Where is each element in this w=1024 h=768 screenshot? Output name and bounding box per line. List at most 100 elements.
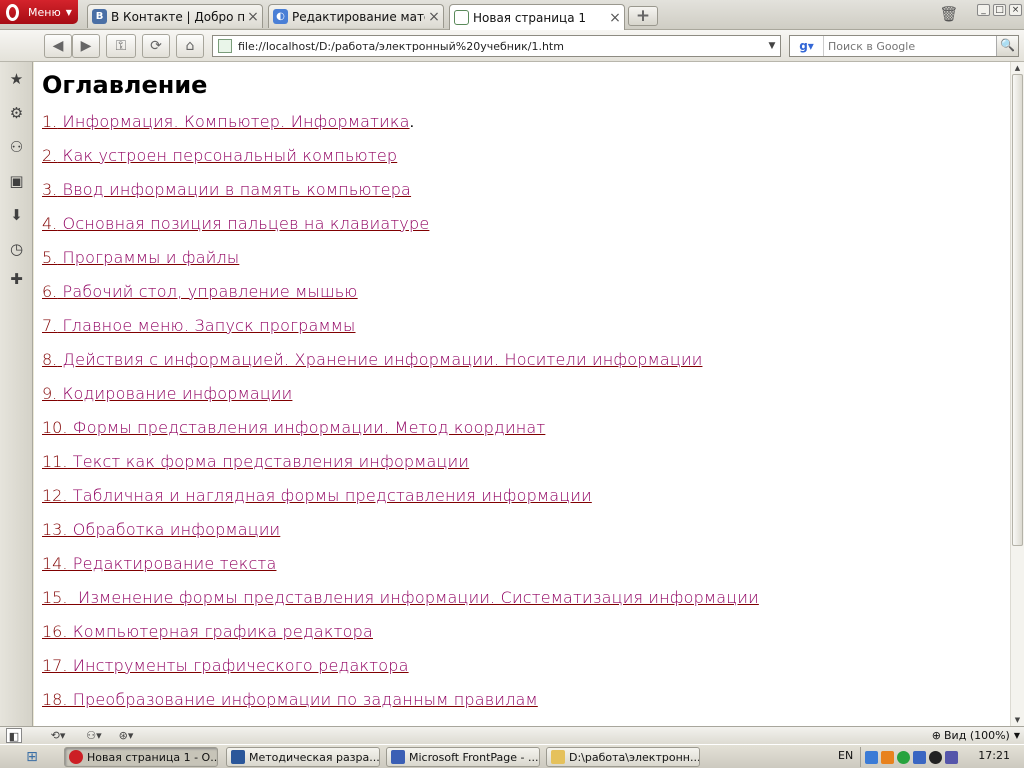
close-tab-icon[interactable]: × [244,9,262,25]
toc-item: 2. Как устроен персональный компьютер [42,143,1010,177]
maximize-button[interactable]: □ [993,4,1006,16]
toc-link[interactable]: 15. Изменение формы представления информ… [42,588,759,607]
zoom-control[interactable]: ⊕ Вид (100%) ▼ [932,728,1020,743]
address-dropdown-icon[interactable]: ▼ [764,41,780,51]
toc-item: 11. Текст как форма представления информ… [42,449,1010,483]
toc-link[interactable]: 9. Кодирование информации [42,384,292,403]
toc-item: 10. Формы представления информации. Мето… [42,415,1010,449]
search-box[interactable]: g▾ 🔍 [789,35,1019,57]
toc-item: 18. Преобразование информации по заданны… [42,687,1010,721]
search-input[interactable] [824,39,996,53]
close-tab-icon[interactable]: × [425,9,443,25]
toc-item-number: 13. [42,520,68,539]
toc-link[interactable]: 2. Как устроен персональный компьютер [42,146,397,165]
toc-item: 4. Основная позиция пальцев на клавиатур… [42,211,1010,245]
toc-link[interactable]: 14. Редактирование текста [42,554,276,573]
toc-link[interactable]: 3. Ввод информации в память компьютера [42,180,411,199]
turbo-icon[interactable]: ⊛▾ [112,728,140,743]
language-indicator[interactable]: EN [838,749,853,762]
key-icon[interactable]: ⚿ [106,34,136,58]
tab-new-page-1[interactable]: Новая страница 1 × [449,4,625,30]
toc-link[interactable]: 16. Компьютерная графика редактора [42,622,373,641]
toc-item-number: 16. [42,622,68,641]
bookmarks-icon[interactable]: ★ [7,70,26,89]
toc-item-number: 5. [42,248,58,267]
scroll-down-icon[interactable]: ▼ [1011,714,1024,726]
address-text[interactable]: file://localhost/D:/работа/электронный%2… [238,40,764,53]
task-opera[interactable]: Новая страница 1 - О... [64,747,218,767]
tray-display-icon[interactable] [913,750,926,764]
toc-item-title: Обработка информации [67,520,281,539]
address-bar[interactable]: file://localhost/D:/работа/электронный%2… [212,35,781,57]
new-tab-button[interactable]: + [628,6,658,26]
toc-item: 12. Табличная и наглядная формы представ… [42,483,1010,517]
close-tab-icon[interactable]: × [606,10,624,26]
table-of-contents: 1. Информация. Компьютер. Информатика. 2.… [42,109,1010,721]
minimize-button[interactable]: _ [977,4,990,16]
toc-link[interactable]: 7. Главное меню. Запуск программы [42,316,356,335]
toc-item-title: Кодирование информации [57,384,293,403]
toc-item-title: Ввод информации в память компьютера [57,180,412,199]
scroll-thumb[interactable] [1012,74,1023,546]
sync-icon[interactable]: ⟲▾ [44,728,72,743]
toc-item: 6. Рабочий стол, управление мышью [42,279,1010,313]
toc-item-number: 8. [42,350,58,369]
tab-editing-material[interactable]: ◐ Редактирование матер... × [268,4,444,28]
back-button[interactable]: ◀ [44,34,72,58]
tab-vkontakte[interactable]: В В Контакте | Добро по... × [87,4,263,28]
reload-button[interactable]: ⟳ [142,34,170,58]
tray-icq-icon[interactable] [897,750,910,764]
opera-menu-button[interactable]: Меню ▼ [0,0,78,24]
toc-item-number: 1. [42,112,58,131]
tray-media-icon[interactable] [929,750,942,764]
toc-link[interactable]: 11. Текст как форма представления информ… [42,452,469,471]
forward-button[interactable]: ▶ [72,34,100,58]
home-button[interactable]: ⌂ [176,34,204,58]
windows-start-icon[interactable]: ⊞ [18,748,46,766]
engine-glyph: g [799,39,808,53]
tray-volume-icon[interactable] [945,750,958,764]
google-engine-icon[interactable]: g ▾ [790,36,824,56]
downloads-icon[interactable]: ⬇ [7,206,26,225]
history-icon[interactable]: ◷ [7,240,26,259]
toc-link[interactable]: 1. Информация. Компьютер. Информатика [42,112,410,131]
toc-link[interactable]: 10. Формы представления информации. Мето… [42,418,545,437]
toc-item-title: Информация. Компьютер. Информатика [57,112,410,131]
search-button[interactable]: 🔍 [996,36,1018,56]
opera-icon [69,750,83,764]
tray-app-icon[interactable] [881,750,894,764]
scroll-up-icon[interactable]: ▲ [1011,62,1024,74]
task-word[interactable]: Методическая разра... [226,747,380,767]
tray-network-icon[interactable] [865,750,878,764]
vertical-scrollbar[interactable]: ▲ ▼ [1010,62,1024,726]
widgets-icon[interactable]: ⚙ [7,104,26,123]
toc-link[interactable]: 8. Действия с информацией. Хранение инфо… [42,350,702,369]
toc-link[interactable]: 6. Рабочий стол, управление мышью [42,282,358,301]
toc-link[interactable]: 12. Табличная и наглядная формы представ… [42,486,592,505]
close-window-button[interactable]: × [1009,4,1022,16]
unite-status-icon[interactable]: ⚇▾ [80,728,108,743]
toc-item-number: 18. [42,690,68,709]
unite-icon[interactable]: ⚇ [7,138,26,157]
toc-item: 8. Действия с информацией. Хранение инфо… [42,347,1010,381]
toc-link[interactable]: 4. Основная позиция пальцев на клавиатур… [42,214,429,233]
menu-label: Меню [28,5,61,19]
notes-icon[interactable]: ▣ [7,172,26,191]
task-label: Методическая разра... [249,750,380,764]
toc-item: 3. Ввод информации в память компьютера [42,177,1010,211]
add-panel-icon[interactable]: ✚ [7,270,26,289]
toc-item: 5. Программы и файлы [42,245,1010,279]
toggle-panel-icon[interactable]: ◧ [6,728,22,743]
chevron-down-icon: ▼ [1013,731,1020,740]
toc-link[interactable]: 18. Преобразование информации по заданны… [42,690,538,709]
toc-item-title: Редактирование текста [67,554,277,573]
toc-link[interactable]: 17. Инструменты графического редактора [42,656,409,675]
toc-link[interactable]: 13. Обработка информации [42,520,280,539]
toc-item-title: Изменение формы представления информации… [67,588,759,607]
toc-link[interactable]: 5. Программы и файлы [42,248,239,267]
toc-item-title: Как устроен персональный компьютер [57,146,398,165]
toc-item-number: 4. [42,214,58,233]
trash-icon[interactable]: 🗑 [939,5,959,25]
task-explorer[interactable]: D:\работа\электронн... [546,747,700,767]
task-frontpage[interactable]: Microsoft FrontPage - ... [386,747,540,767]
